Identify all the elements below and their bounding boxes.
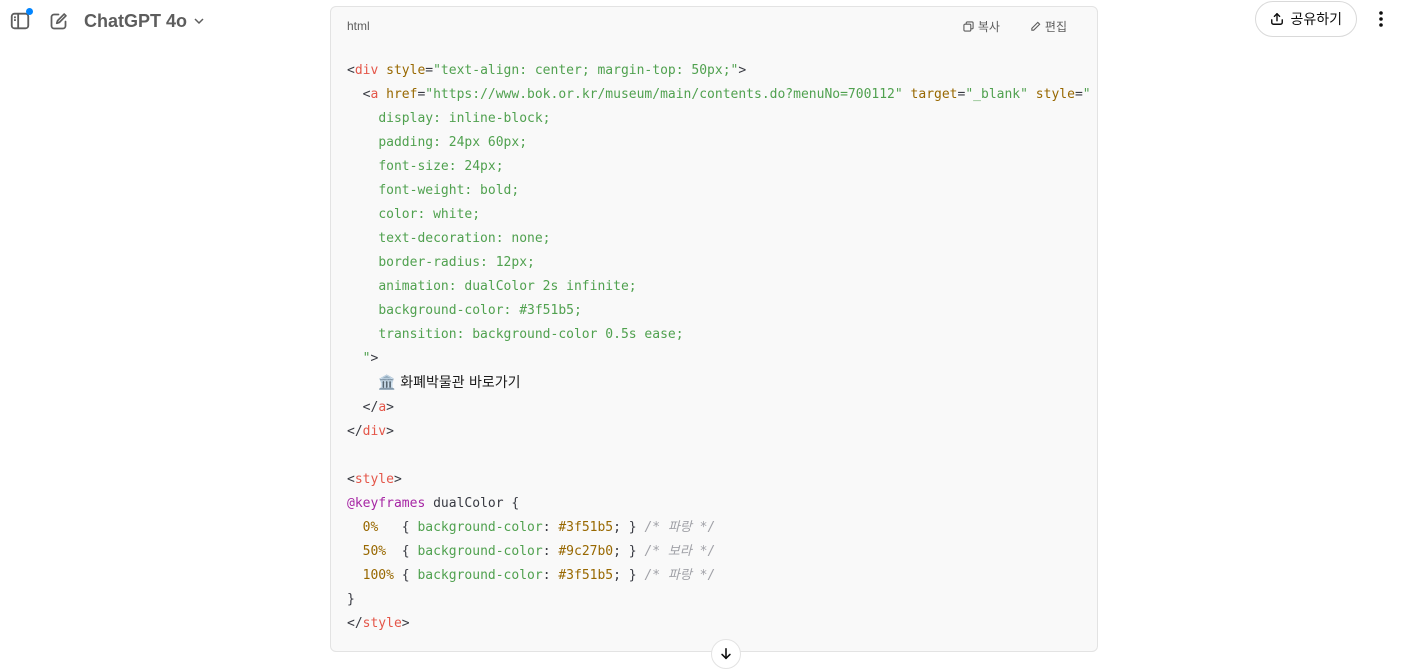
share-button[interactable]: 공유하기 bbox=[1255, 1, 1357, 37]
new-chat-icon bbox=[50, 12, 67, 29]
code-block: html 복사 편집 <div style="text-align: cente… bbox=[330, 6, 1098, 652]
css-line: color: white; bbox=[378, 207, 481, 222]
keyframe-color: #9c27b0 bbox=[558, 544, 614, 559]
keyframe-percent: 0% bbox=[362, 520, 394, 535]
css-line: text-decoration: none; bbox=[378, 231, 551, 246]
more-options-button[interactable] bbox=[1365, 1, 1397, 37]
keyframe-comment: /* 보라 */ bbox=[644, 544, 716, 559]
top-right-toolbar: 공유하기 bbox=[1255, 1, 1397, 37]
new-chat-button[interactable] bbox=[44, 7, 72, 35]
share-label: 공유하기 bbox=[1290, 11, 1342, 27]
css-line: padding: 24px 60px; bbox=[378, 135, 528, 150]
css-line: animation: dualColor 2s infinite; bbox=[378, 279, 637, 294]
code-language: html bbox=[347, 19, 370, 33]
css-line: display: inline-block; bbox=[378, 111, 551, 126]
css-line: background-color: #3f51b5; bbox=[378, 303, 582, 318]
keyframe-color: #3f51b5 bbox=[558, 568, 614, 583]
model-selector[interactable]: ChatGPT 4o bbox=[84, 11, 205, 32]
copy-button[interactable]: 복사 bbox=[963, 18, 1000, 35]
code-content: <div style="text-align: center; margin-t… bbox=[347, 63, 1091, 631]
copy-label: 복사 bbox=[977, 19, 1000, 34]
css-line: font-size: 24px; bbox=[378, 159, 504, 174]
edit-icon bbox=[1031, 21, 1041, 31]
edit-label: 편집 bbox=[1044, 19, 1067, 34]
more-vertical-icon bbox=[1379, 11, 1383, 27]
chevron-down-icon bbox=[194, 18, 204, 25]
edit-button[interactable]: 편집 bbox=[1030, 18, 1067, 35]
top-left-toolbar: ChatGPT 4o bbox=[6, 6, 205, 36]
css-line: border-radius: 12px; bbox=[378, 255, 535, 270]
scroll-to-bottom-button[interactable] bbox=[711, 639, 741, 669]
css-line: font-weight: bold; bbox=[378, 183, 520, 198]
copy-icon bbox=[963, 20, 974, 32]
model-name: ChatGPT 4o bbox=[84, 10, 188, 31]
keyframe-percent: 100% bbox=[362, 568, 394, 583]
keyframe-percent: 50% bbox=[362, 544, 394, 559]
share-icon bbox=[1271, 13, 1284, 25]
keyframe-comment: /* 파랑 */ bbox=[644, 568, 716, 583]
arrow-down-icon bbox=[721, 647, 731, 660]
keyframe-color: #3f51b5 bbox=[558, 520, 614, 535]
sidebar-toggle-button[interactable] bbox=[6, 7, 34, 35]
css-line: transition: background-color 0.5s ease; bbox=[378, 327, 684, 342]
keyframe-comment: /* 파랑 */ bbox=[644, 520, 716, 535]
link-text: 🏛️ 화폐박물관 바로가기 bbox=[378, 375, 521, 391]
notification-dot bbox=[26, 8, 33, 15]
code-block-header: html 복사 편집 bbox=[331, 7, 1097, 45]
